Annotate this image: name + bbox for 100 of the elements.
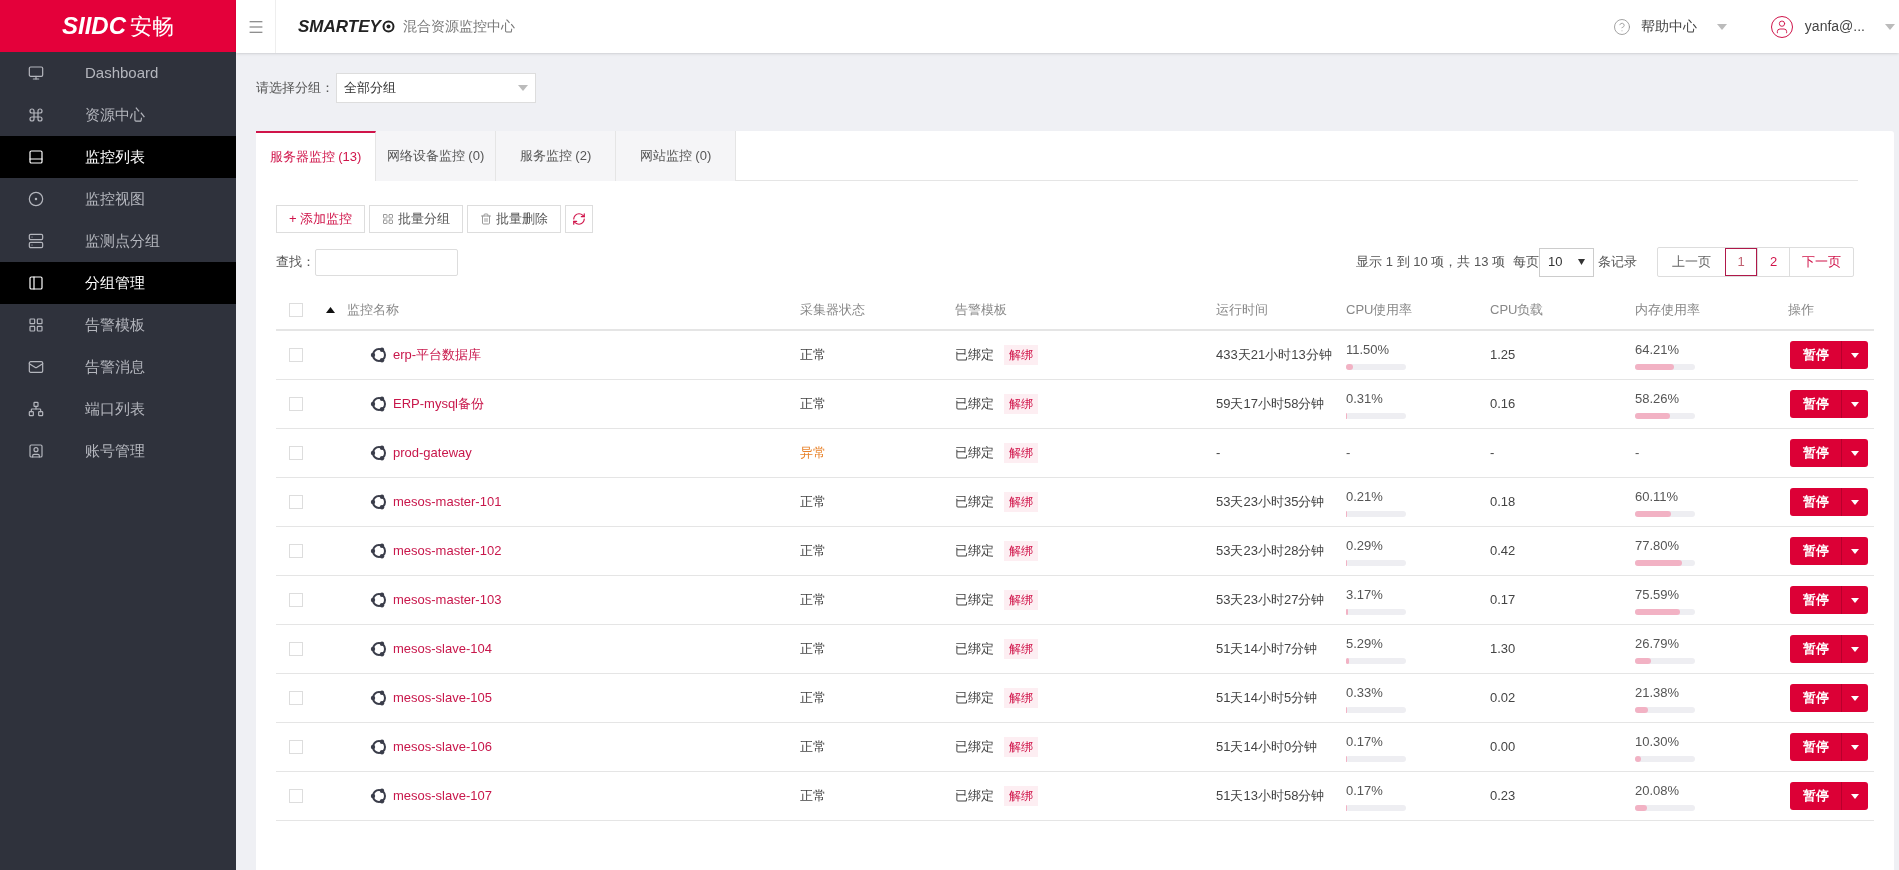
circle-dots-icon [370, 444, 388, 462]
template-status: 已绑定 [955, 346, 994, 365]
tab[interactable]: 服务监控 (2) [496, 131, 616, 181]
page-button[interactable]: 2 [1757, 248, 1789, 276]
pause-button[interactable]: 暂停 [1790, 684, 1842, 712]
cpu-load-cell: 0.23 [1490, 788, 1516, 804]
row-checkbox[interactable] [289, 397, 303, 411]
unbind-button[interactable]: 解绑 [1004, 688, 1038, 708]
row-checkbox[interactable] [289, 593, 303, 607]
pause-button[interactable]: 暂停 [1790, 586, 1842, 614]
dropdown-button[interactable] [1842, 733, 1868, 761]
monitor-name-link[interactable]: mesos-master-103 [393, 590, 502, 610]
row-checkbox[interactable] [289, 495, 303, 509]
pause-button[interactable]: 暂停 [1790, 537, 1842, 565]
caret-icon [1851, 401, 1859, 407]
help-menu[interactable]: 帮助中心 [1640, 16, 1697, 37]
sidebar-item[interactable]: 资源中心 [0, 94, 236, 136]
dropdown-button[interactable] [1842, 537, 1868, 565]
caret-icon [1716, 23, 1727, 30]
cpu-usage-text: 0.29% [1346, 538, 1383, 554]
sidebar-item[interactable]: Dashboard [0, 52, 236, 94]
pause-button[interactable]: 暂停 [1790, 488, 1842, 516]
unbind-button[interactable]: 解绑 [1004, 590, 1038, 610]
sort-ascending-icon[interactable] [326, 307, 335, 313]
next-page-button[interactable]: 下一页 [1789, 248, 1853, 276]
monitor-name-link[interactable]: prod-gateway [393, 443, 472, 463]
refresh-button[interactable] [565, 205, 594, 233]
caret-icon [1851, 695, 1859, 701]
tab[interactable]: 网络设备监控 (0) [376, 131, 496, 181]
help-icon[interactable] [1612, 17, 1631, 36]
add-monitor-button[interactable]: + 添加监控 [276, 205, 366, 233]
cpu-load-cell: 0.16 [1490, 396, 1516, 412]
dropdown-button[interactable] [1842, 586, 1868, 614]
sidebar-item[interactable]: 监控视图 [0, 178, 236, 220]
row-checkbox[interactable] [289, 740, 303, 754]
monitor-name-link[interactable]: mesos-slave-107 [393, 786, 492, 806]
sidebar-item[interactable]: 端口列表 [0, 388, 236, 430]
tab[interactable]: 服务器监控 (13) [256, 131, 376, 181]
monitor-name-link[interactable]: mesos-master-102 [393, 541, 502, 561]
unbind-button[interactable]: 解绑 [1004, 737, 1038, 757]
unbind-button[interactable]: 解绑 [1004, 639, 1038, 659]
sidebar-item[interactable]: 告警模板 [0, 304, 236, 346]
search-label: 查找： [276, 253, 315, 272]
template-status: 已绑定 [955, 640, 994, 659]
collector-status: 正常 [800, 690, 826, 706]
uptime-cell: 53天23小时28分钟 [1216, 543, 1325, 559]
sidebar-item[interactable]: 监测点分组 [0, 220, 236, 262]
search-field[interactable] [315, 248, 458, 276]
cpu-usage-text: 5.29% [1346, 636, 1383, 652]
eye-icon [381, 20, 395, 33]
monitor-name-link[interactable]: mesos-slave-105 [393, 688, 492, 708]
pause-button[interactable]: 暂停 [1790, 439, 1842, 467]
trash-icon [480, 213, 493, 225]
per-page-select[interactable]: 10 [1539, 247, 1594, 277]
sidebar-item[interactable]: 监控列表 [0, 136, 236, 178]
column-header: 监控名称 [347, 301, 399, 320]
row-checkbox[interactable] [289, 446, 303, 460]
batch-delete-button[interactable]: 批量删除 [467, 205, 562, 233]
dropdown-button[interactable] [1842, 439, 1868, 467]
row-checkbox[interactable] [289, 544, 303, 558]
circle-dots-icon [370, 591, 388, 609]
unbind-button[interactable]: 解绑 [1004, 443, 1038, 463]
dropdown-button[interactable] [1842, 782, 1868, 810]
unbind-button[interactable]: 解绑 [1004, 492, 1038, 512]
pause-button[interactable]: 暂停 [1790, 733, 1842, 761]
dropdown-button[interactable] [1842, 488, 1868, 516]
row-checkbox[interactable] [289, 642, 303, 656]
pause-button[interactable]: 暂停 [1790, 782, 1842, 810]
row-checkbox[interactable] [289, 691, 303, 705]
select-all-checkbox[interactable] [289, 303, 303, 317]
unbind-button[interactable]: 解绑 [1004, 345, 1038, 365]
sidebar-item[interactable]: 告警消息 [0, 346, 236, 388]
dropdown-button[interactable] [1842, 684, 1868, 712]
batch-group-button[interactable]: 批量分组 [369, 205, 464, 233]
tab[interactable]: 网站监控 (0) [616, 131, 736, 181]
cpu-load-cell: 0.42 [1490, 543, 1516, 559]
user-menu[interactable]: yanfa@... [1804, 16, 1865, 37]
dropdown-button[interactable] [1842, 635, 1868, 663]
monitor-name-link[interactable]: mesos-slave-104 [393, 639, 492, 659]
monitor-name-link[interactable]: mesos-master-101 [393, 492, 502, 512]
unbind-button[interactable]: 解绑 [1004, 541, 1038, 561]
group-select[interactable]: 全部分组 [336, 73, 536, 103]
sidebar-item[interactable]: 账号管理 [0, 430, 236, 472]
pause-button[interactable]: 暂停 [1790, 635, 1842, 663]
sidebar-item[interactable]: 分组管理 [0, 262, 236, 304]
monitor-name-link[interactable]: mesos-slave-106 [393, 737, 492, 757]
monitor-name-link[interactable]: ERP-mysql备份 [393, 394, 484, 414]
dropdown-button[interactable] [1842, 341, 1868, 369]
row-checkbox[interactable] [289, 789, 303, 803]
dropdown-button[interactable] [1842, 390, 1868, 418]
unbind-button[interactable]: 解绑 [1004, 394, 1038, 414]
row-checkbox[interactable] [289, 348, 303, 362]
prev-page-button[interactable]: 上一页 [1658, 248, 1725, 276]
pause-button[interactable]: 暂停 [1790, 390, 1842, 418]
uptime-cell: 51天13小时58分钟 [1216, 788, 1325, 804]
unbind-button[interactable]: 解绑 [1004, 786, 1038, 806]
pause-button[interactable]: 暂停 [1790, 341, 1842, 369]
page-button[interactable]: 1 [1725, 248, 1757, 276]
monitor-name-link[interactable]: erp-平台数据库 [393, 345, 482, 365]
template-status: 已绑定 [955, 591, 994, 610]
